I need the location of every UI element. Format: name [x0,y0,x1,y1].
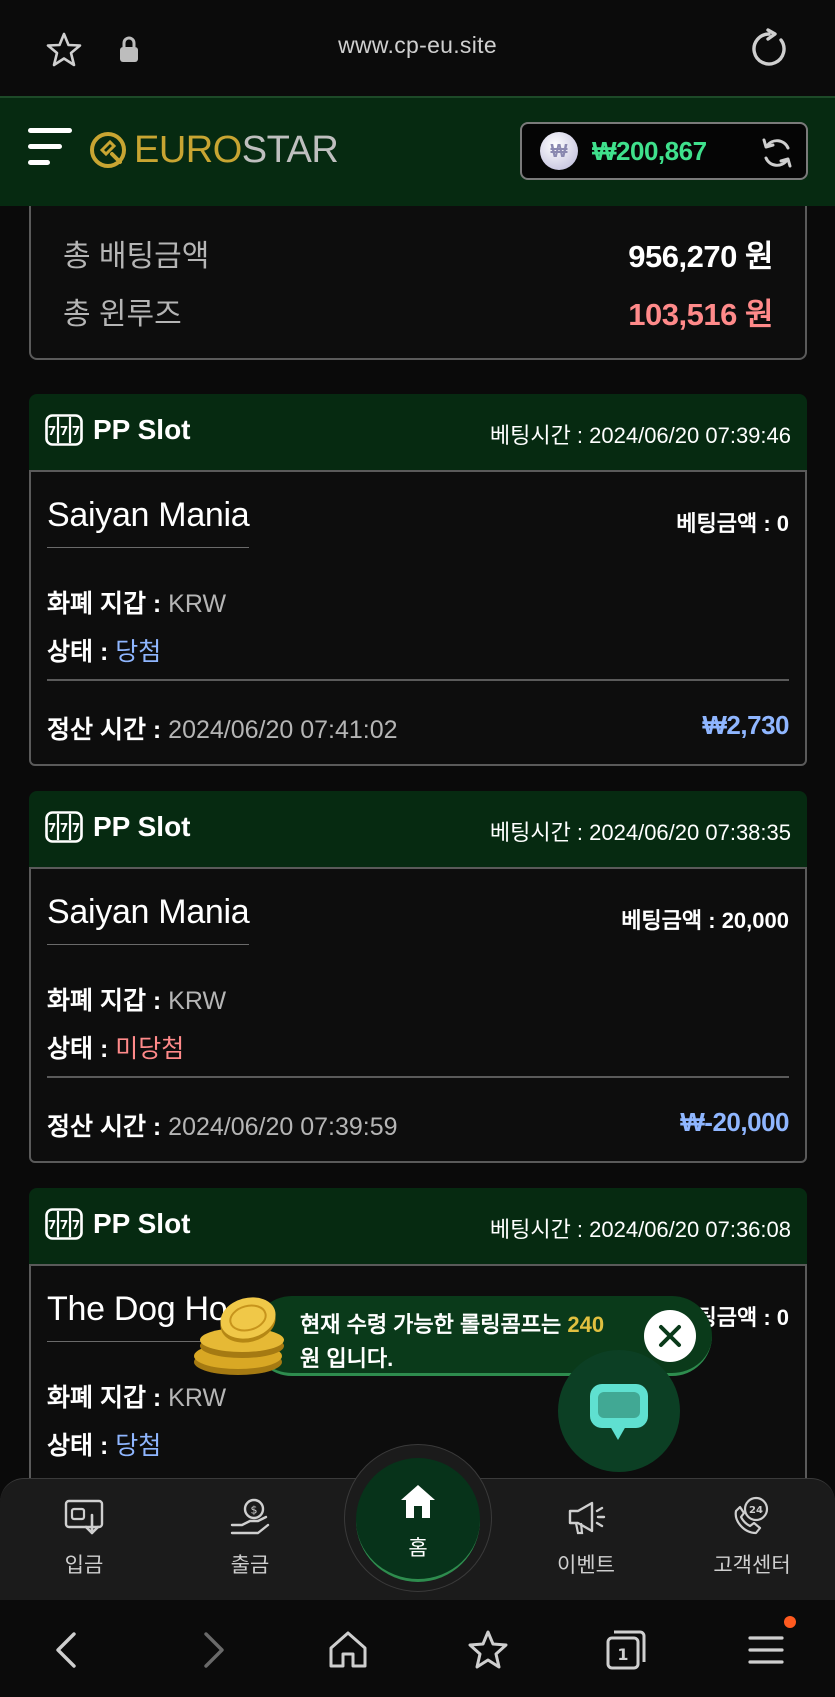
status-row: 상태 : 당첨 [47,638,162,666]
settle-amount: ₩2,730 [702,710,789,740]
nav-event-label: 이벤트 [557,1554,615,1577]
status-badge: 미당첨 [115,1035,185,1063]
svg-text:7: 7 [72,1218,80,1232]
game-title: Saiyan Mania [47,496,250,548]
slot-machine-icon: 777 [45,811,83,843]
bet-card-body: Saiyan Mania 베팅금액 : 20,000 화폐 지갑 : KRW 상… [29,867,807,1163]
balance-amount: ₩200,867 [592,135,707,166]
settle-time-row: 정산 시간 : 2024/06/20 07:41:02 [47,716,398,744]
divider [47,1076,789,1078]
bet-card[interactable]: 777 PP Slot 베팅시간 : 2024/06/20 07:39:46 S… [29,394,807,766]
total-winloss-value: 103,516 원 [628,296,773,332]
settle-amount: ₩-20,000 [680,1107,789,1137]
nav-deposit-label: 입금 [64,1554,104,1577]
svg-text:7: 7 [60,1218,68,1232]
eurostar-logo[interactable]: EUROSTAR [88,128,339,172]
svg-text:7: 7 [48,1218,56,1232]
nav-home[interactable]: 홈 [356,1458,480,1582]
currency-row: 화폐 지갑 : KRW [47,987,227,1015]
bet-card-header: 777 PP Slot 베팅시간 : 2024/06/20 07:39:46 [29,394,807,470]
settle-time-row: 정산 시간 : 2024/06/20 07:39:59 [47,1113,398,1141]
forward-icon[interactable] [190,1628,234,1672]
svg-text:$: $ [251,1504,258,1517]
toast-amount: 240 [567,1312,605,1337]
back-icon[interactable] [46,1628,90,1672]
currency-row: 화폐 지갑 : KRW [47,590,227,618]
nav-home-label: 홈 [408,1537,428,1560]
bookmark-icon[interactable] [466,1628,510,1672]
game-title: Saiyan Mania [47,893,250,945]
chat-button[interactable] [558,1350,680,1472]
total-bet-value: 956,270 원 [628,238,773,274]
withdraw-icon: $ [230,1498,270,1535]
reload-icon[interactable] [748,28,790,70]
total-bet-label: 총 배팅금액 [63,240,210,273]
divider [47,679,789,681]
bet-provider: PP Slot [93,414,191,445]
menu-hamburger-icon[interactable] [28,128,72,172]
deposit-icon [64,1499,104,1535]
support-24-icon: 24 [734,1496,769,1535]
notification-dot [784,1616,796,1628]
total-winloss-row: 총 윈루즈 103,516 원 [63,286,773,336]
logo-text: EUROSTAR [134,128,339,171]
browser-url-bar: www.cp-eu.site [0,0,835,96]
nav-support[interactable]: 24 고객센터 [692,1495,812,1579]
bet-time: 베팅시간 : 2024/06/20 07:36:08 [489,1217,791,1242]
slot-machine-icon: 777 [45,414,83,446]
url-text[interactable]: www.cp-eu.site [0,32,835,59]
bet-card[interactable]: 777 PP Slot 베팅시간 : 2024/06/20 07:38:35 S… [29,791,807,1163]
svg-text:7: 7 [60,424,68,438]
megaphone-icon [568,1501,606,1535]
home-icon[interactable] [326,1628,370,1672]
nav-withdraw[interactable]: $ 출금 [190,1495,310,1579]
currency-row: 화폐 지갑 : KRW [47,1384,227,1412]
bet-card-header: 777 PP Slot 베팅시간 : 2024/06/20 07:36:08 [29,1188,807,1264]
gold-coins-icon [194,1297,284,1375]
balance-box: ₩ ₩200,867 [520,122,808,180]
nav-withdraw-label: 출금 [230,1554,270,1577]
summary-card: 총 배팅금액 956,270 원 총 윈루즈 103,516 원 [29,206,807,360]
logo-mark-icon [90,132,126,168]
slot-machine-icon: 777 [45,1208,83,1240]
total-winloss-label: 총 윈루즈 [63,298,182,331]
nav-deposit[interactable]: 입금 [24,1495,144,1579]
tabs-button[interactable]: 1 [604,1628,648,1672]
total-bet-row: 총 배팅금액 956,270 원 [63,228,773,278]
status-row: 상태 : 미당첨 [47,1035,185,1063]
svg-text:7: 7 [48,424,56,438]
nav-event[interactable]: 이벤트 [526,1495,646,1579]
bet-provider: PP Slot [93,1208,191,1239]
home-icon [401,1485,435,1518]
status-row: 상태 : 당첨 [47,1432,162,1460]
chat-bubble-icon [590,1384,648,1440]
bet-provider: PP Slot [93,811,191,842]
bet-card-header: 777 PP Slot 베팅시간 : 2024/06/20 07:38:35 [29,791,807,867]
bet-amount: 베팅금액 : 20,000 [621,908,789,933]
svg-text:7: 7 [72,821,80,835]
menu-icon[interactable] [744,1628,788,1672]
browser-bottom-bar: 1 [0,1600,835,1697]
svg-text:24: 24 [749,1505,763,1516]
svg-text:1: 1 [617,1645,628,1664]
bet-card-body: Saiyan Mania 베팅금액 : 0 화폐 지갑 : KRW 상태 : 당… [29,470,807,766]
svg-text:7: 7 [60,821,68,835]
site-header: EUROSTAR ₩ ₩200,867 [0,96,835,206]
svg-text:7: 7 [72,424,80,438]
bet-time: 베팅시간 : 2024/06/20 07:38:35 [489,820,791,845]
status-badge: 당첨 [115,638,162,666]
won-coin-icon: ₩ [540,132,578,170]
tabs-icon: 1 [606,1630,646,1670]
bet-time: 베팅시간 : 2024/06/20 07:39:46 [489,423,791,448]
svg-text:7: 7 [48,821,56,835]
status-badge: 당첨 [115,1432,162,1460]
nav-support-label: 고객센터 [713,1554,791,1577]
refresh-icon[interactable] [760,136,794,170]
bet-amount: 베팅금액 : 0 [676,511,789,536]
